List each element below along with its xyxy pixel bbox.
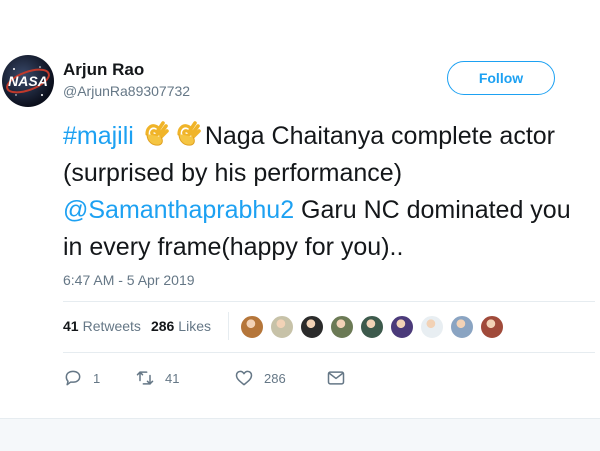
- avatar[interactable]: NASA: [2, 55, 54, 107]
- reply-count: 1: [93, 370, 101, 386]
- reply-icon: [65, 370, 81, 386]
- follow-button[interactable]: Follow: [447, 61, 555, 95]
- likes-stat[interactable]: 286 Likes: [151, 318, 211, 334]
- user-handle[interactable]: @ArjunRa89307732: [63, 83, 190, 99]
- divider: [63, 352, 595, 353]
- footer-band: [0, 418, 600, 451]
- retweets-label: Retweets: [82, 318, 141, 334]
- user-name[interactable]: Arjun Rao: [63, 60, 144, 80]
- liker-avatar[interactable]: [480, 315, 504, 339]
- ok-hand-icon: [145, 121, 169, 146]
- ok-hand-icon: [177, 121, 201, 146]
- likes-label: Likes: [178, 318, 211, 334]
- nasa-logo-icon: NASA: [6, 66, 50, 96]
- divider: [63, 301, 595, 302]
- liker-avatar[interactable]: [240, 315, 264, 339]
- retweet-button[interactable]: 41: [135, 368, 234, 388]
- svg-text:NASA: NASA: [8, 73, 48, 89]
- hashtag-link[interactable]: #majili: [63, 122, 134, 150]
- liker-avatar[interactable]: [330, 315, 354, 339]
- mention-link[interactable]: @Samanthaprabhu2: [63, 196, 294, 224]
- reply-button[interactable]: 1: [63, 368, 135, 388]
- retweets-count: 41: [63, 318, 79, 334]
- liker-avatar[interactable]: [390, 315, 414, 339]
- liker-avatar[interactable]: [300, 315, 324, 339]
- ok-hand-emoji-1: [141, 121, 173, 150]
- retweet-icon: [136, 371, 154, 385]
- like-button[interactable]: 286: [234, 368, 326, 388]
- liker-avatar[interactable]: [450, 315, 474, 339]
- tweet-text-part-1: Naga Chaitanya complete actor (surprised…: [63, 122, 556, 187]
- liker-avatars: [240, 315, 510, 339]
- liker-avatar[interactable]: [420, 315, 444, 339]
- tweet-text: #majili Naga Chaitanya complete actor (s…: [63, 118, 593, 266]
- direct-message-button[interactable]: [326, 368, 356, 388]
- timestamp[interactable]: 6:47 AM - 5 Apr 2019: [63, 272, 195, 288]
- liker-avatar[interactable]: [270, 315, 294, 339]
- liker-avatar[interactable]: [360, 315, 384, 339]
- retweets-stat[interactable]: 41 Retweets: [63, 318, 141, 334]
- engagement-stats: 41 Retweets 286 Likes: [63, 318, 221, 334]
- tweet-card: NASA Arjun Rao @ArjunRa89307732 Follow #…: [0, 0, 600, 451]
- ok-hand-emoji-2: [173, 121, 205, 150]
- envelope-icon: [327, 371, 345, 385]
- likes-count: 286: [150, 318, 175, 334]
- like-count: 286: [264, 370, 286, 386]
- retweet-count: 41: [165, 370, 180, 386]
- action-bar: 1 41 286: [63, 368, 356, 388]
- heart-icon: [235, 370, 253, 386]
- stats-separator: [228, 312, 229, 340]
